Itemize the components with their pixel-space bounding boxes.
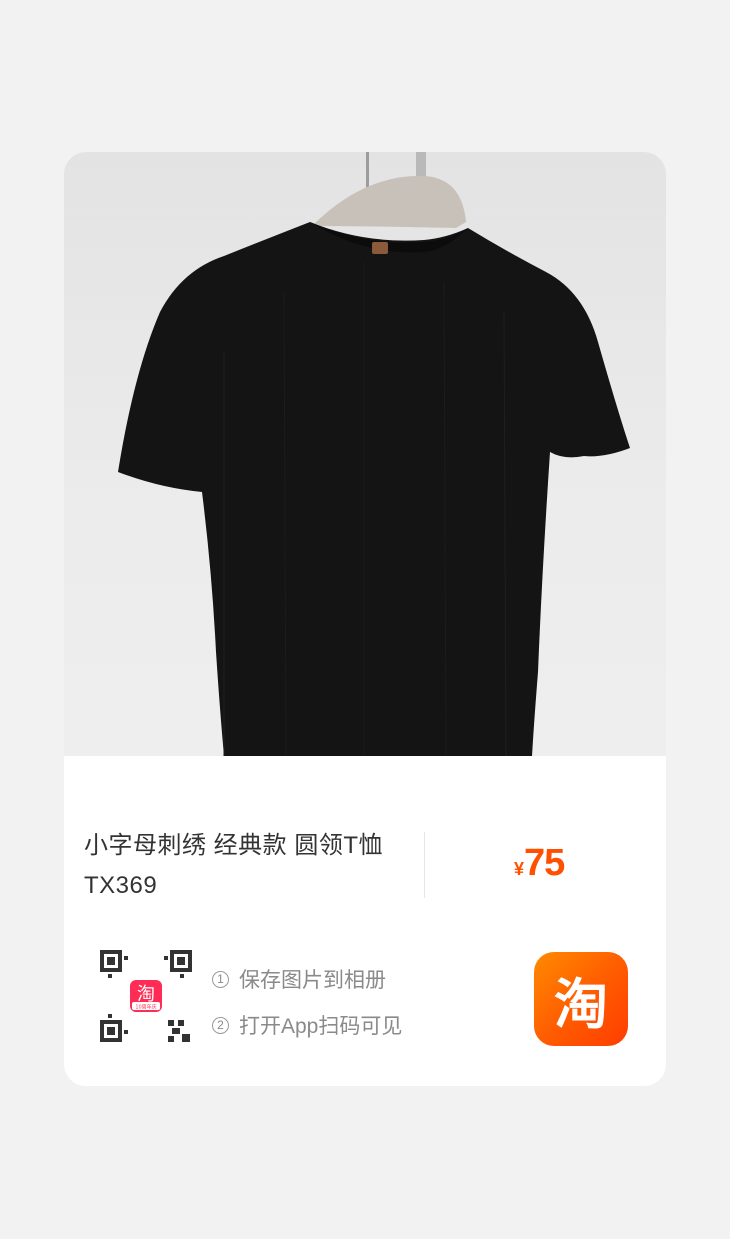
qr-code[interactable]: 淘 10周年庆 (94, 944, 198, 1048)
qr-code-icon: 淘 10周年庆 (100, 950, 192, 1042)
product-title: 小字母刺绣 经典款 圆领T恤 TX369 (84, 832, 383, 899)
step-save: 1 保存图片到相册 (212, 956, 402, 1002)
tshirt (118, 222, 630, 756)
product-image (64, 152, 666, 756)
hanger (312, 175, 466, 228)
price-value: 75 (524, 842, 565, 884)
step-label: 保存图片到相册 (239, 969, 386, 992)
share-card: 小字母刺绣 经典款 圆领T恤 TX369 ¥75 淘 10周年庆 1 保存图片到… (64, 152, 666, 1086)
qr-center-logo-char: 淘 (137, 984, 155, 1005)
step-number-icon: 2 (212, 1016, 229, 1034)
tshirt-photo (118, 152, 630, 756)
price-currency: ¥ (514, 859, 525, 879)
step-number-icon: 1 (212, 970, 229, 988)
step-label: 打开App扫码可见 (239, 1015, 403, 1038)
taobao-app-icon[interactable]: 淘 (534, 952, 628, 1046)
product-price: ¥75 (514, 842, 565, 885)
product-info: 小字母刺绣 经典款 圆领T恤 TX369 ¥75 淘 10周年庆 1 保存图片到… (64, 756, 666, 1086)
qr-center-logo-sub: 10周年庆 (135, 1004, 156, 1011)
label-tag (372, 242, 388, 254)
share-steps: 1 保存图片到相册 2 打开App扫码可见 (212, 956, 402, 1048)
step-scan: 2 打开App扫码可见 (212, 1002, 402, 1048)
divider (424, 832, 425, 898)
